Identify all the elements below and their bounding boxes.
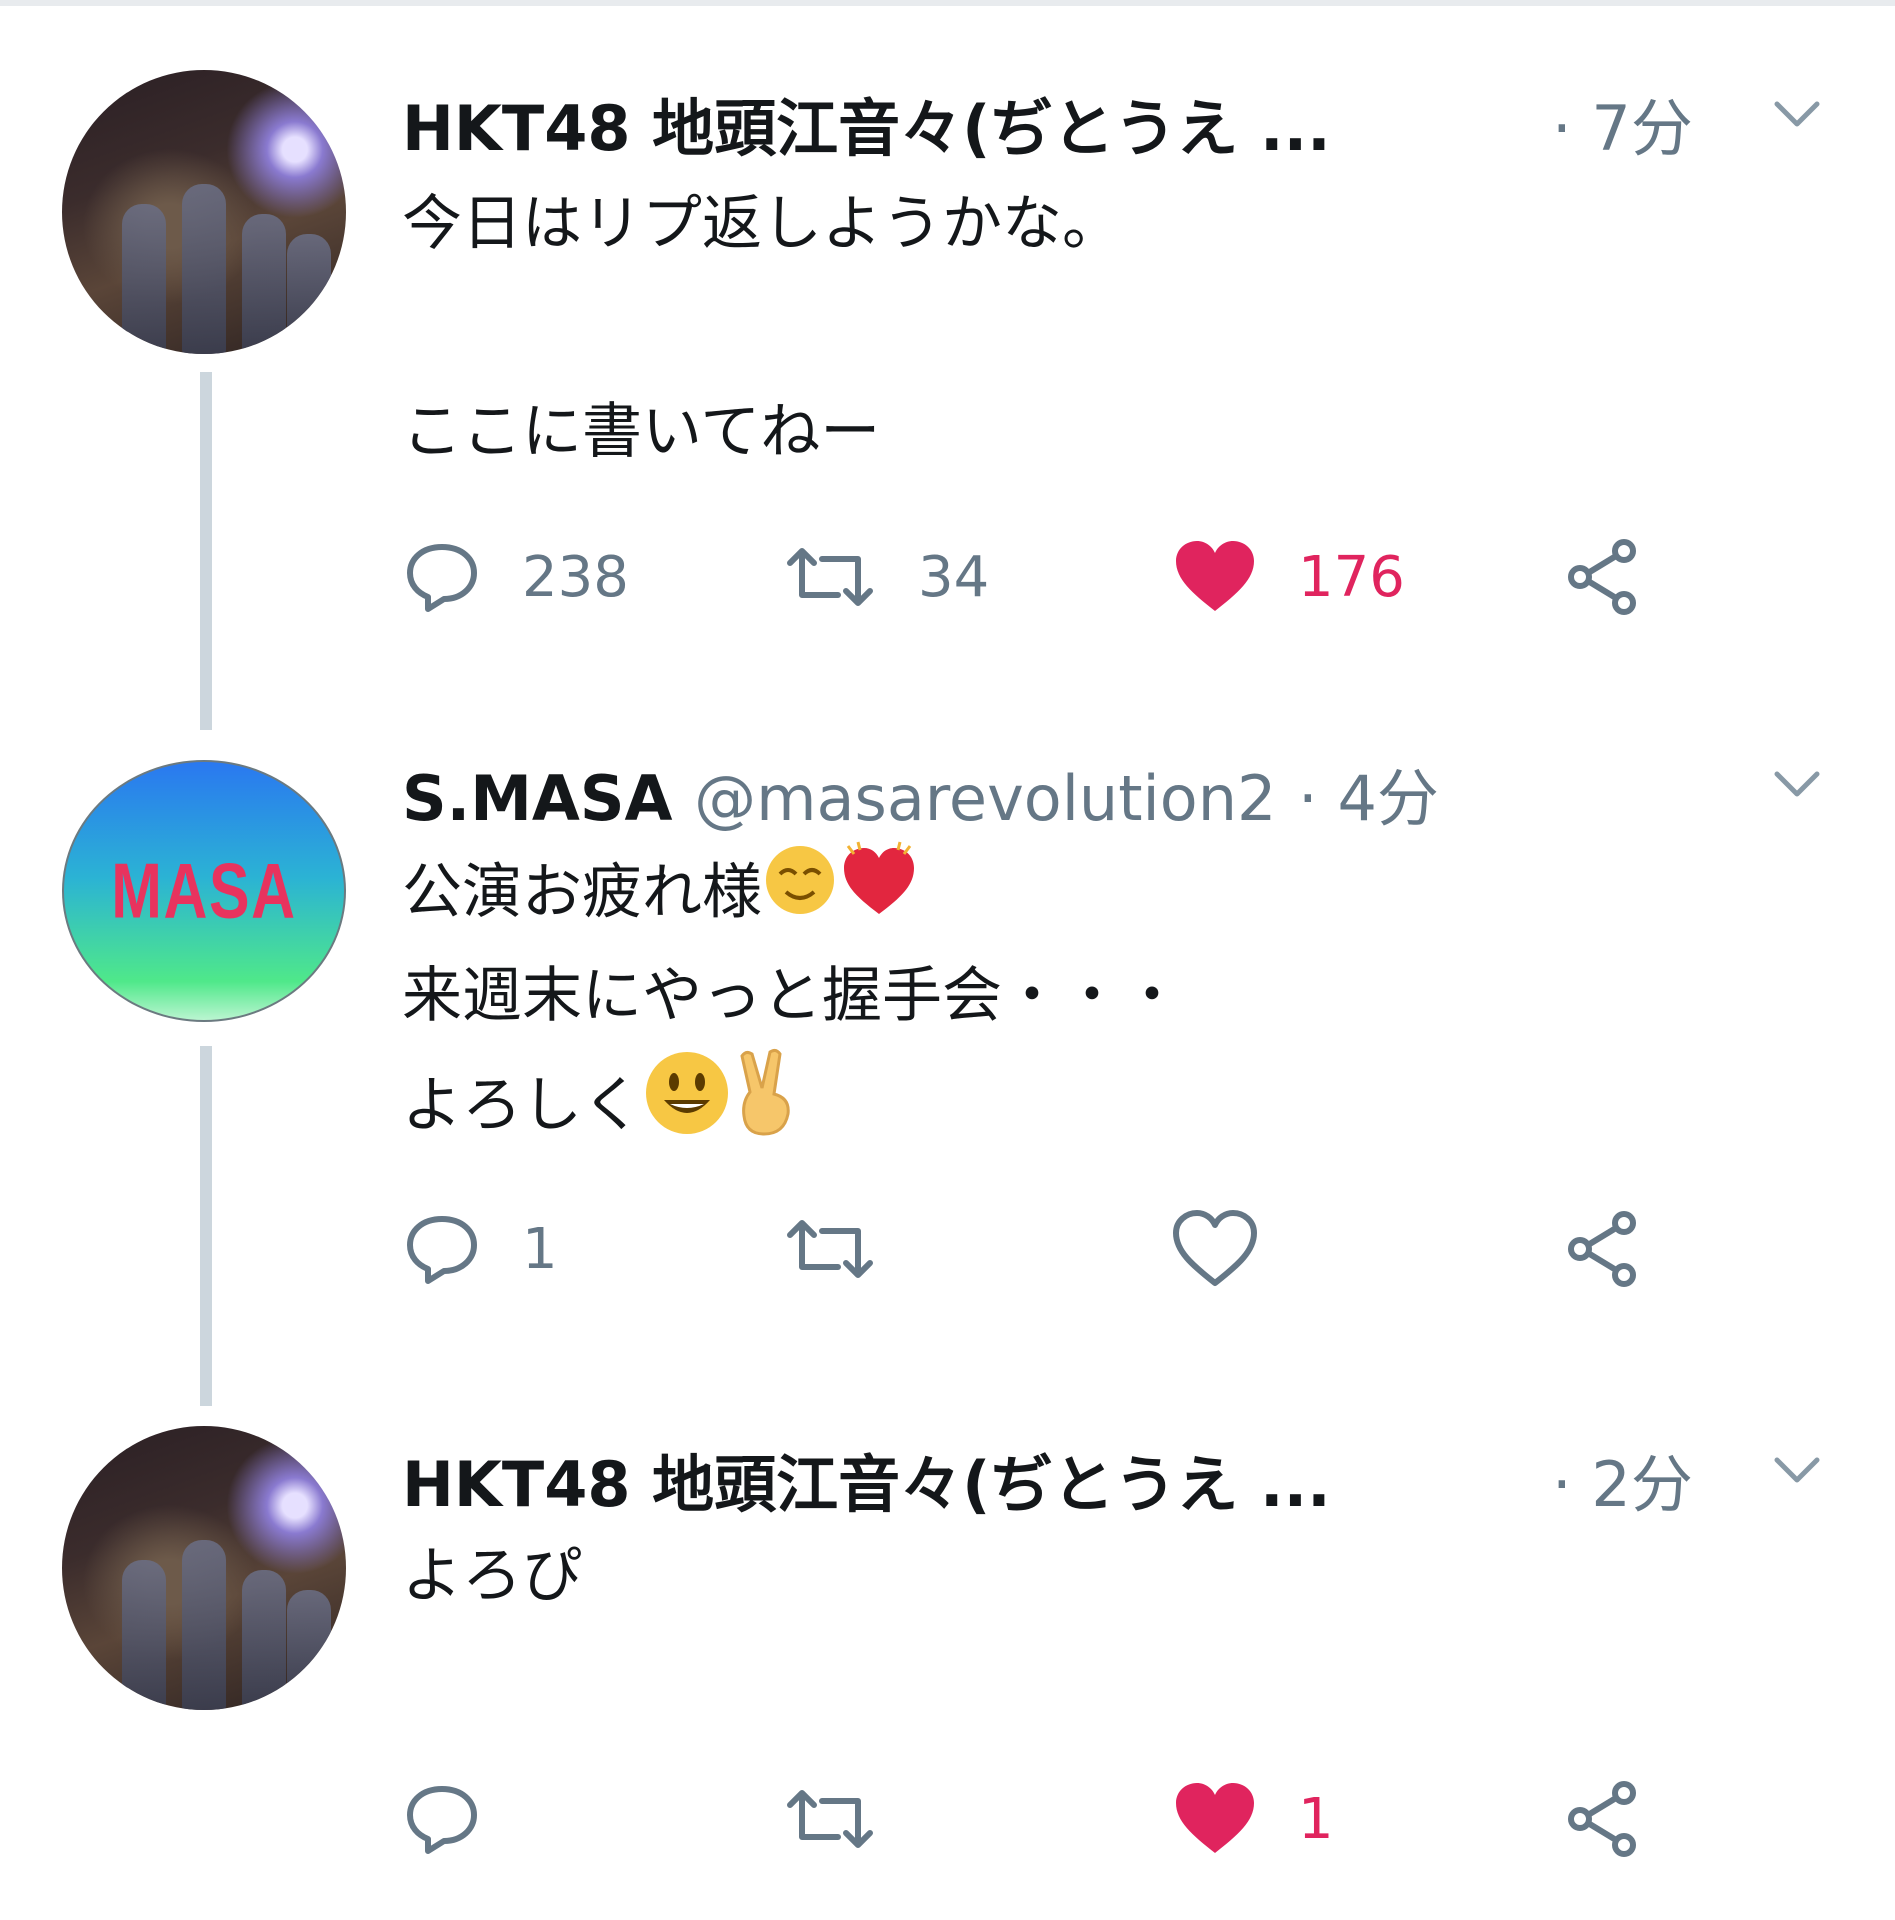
- top-divider: [0, 0, 1895, 6]
- retweet-icon: [787, 1220, 873, 1278]
- retweet-button[interactable]: [782, 1204, 878, 1294]
- avatar[interactable]: [62, 70, 346, 354]
- retweet-count: 34: [918, 544, 990, 610]
- timestamp[interactable]: · 2分: [1552, 1434, 1693, 1524]
- like-count: 1: [1298, 1786, 1334, 1852]
- thread-connector: [200, 372, 212, 730]
- author-name[interactable]: HKT48 地頭江音々(ぢとうえ ...: [402, 1434, 1331, 1524]
- like-icon: [1173, 1210, 1257, 1286]
- chevron-down-icon[interactable]: [1771, 762, 1823, 806]
- tweet-text-line: よろしく: [402, 1048, 798, 1170]
- tweet-text-line: よろぴ: [402, 1541, 582, 1611]
- reply-button[interactable]: 1: [402, 1204, 558, 1294]
- share-button[interactable]: [1562, 532, 1642, 622]
- reply-icon: [407, 1786, 477, 1854]
- timestamp[interactable]: · 7分: [1552, 78, 1693, 168]
- tweet-text-line: ここに書いてねー: [402, 397, 881, 467]
- retweet-icon: [787, 1790, 873, 1848]
- chevron-down-icon[interactable]: [1771, 92, 1823, 136]
- share-icon: [1568, 1211, 1636, 1287]
- retweet-button[interactable]: [782, 1774, 878, 1864]
- share-icon: [1568, 539, 1636, 615]
- timestamp[interactable]: · 4分: [1298, 762, 1439, 835]
- share-button[interactable]: [1562, 1204, 1642, 1294]
- like-count: 176: [1298, 544, 1405, 610]
- victory-hand-emoji-icon: [732, 1048, 798, 1170]
- tweet-text-segment: よろしく: [402, 1070, 642, 1141]
- author-name[interactable]: S.MASA: [402, 762, 673, 835]
- tweet-text-line: 公演お疲れ様: [402, 840, 920, 952]
- reply-button[interactable]: [402, 1774, 482, 1864]
- like-icon: [1176, 1783, 1254, 1853]
- reply-icon: [407, 1216, 477, 1284]
- reply-icon: [407, 544, 477, 612]
- like-button[interactable]: 176: [1172, 532, 1405, 622]
- tweet-text-line: 今日はリプ返しようかな。: [402, 189, 1122, 259]
- reply-count: 238: [522, 544, 629, 610]
- share-button[interactable]: [1562, 1774, 1642, 1864]
- reply-button[interactable]: 238: [402, 532, 629, 622]
- author-handle[interactable]: @masarevolution2: [694, 762, 1276, 835]
- reply-count: 1: [522, 1216, 558, 1282]
- thread-connector: [200, 1046, 212, 1406]
- smiley-emoji-icon: [642, 1048, 732, 1170]
- tweet-text-line: 来週末にやっと握手会・・・: [402, 961, 1182, 1031]
- share-icon: [1568, 1781, 1636, 1857]
- relieved-face-emoji-icon: [762, 842, 838, 950]
- retweet-button[interactable]: 34: [782, 532, 989, 622]
- like-icon: [1176, 541, 1254, 611]
- avatar[interactable]: MASA: [62, 760, 346, 1022]
- avatar[interactable]: [62, 1426, 346, 1710]
- like-button[interactable]: 1: [1172, 1774, 1334, 1864]
- chevron-down-icon[interactable]: [1771, 1448, 1823, 1492]
- like-button[interactable]: [1172, 1204, 1258, 1294]
- avatar-label: MASA: [111, 846, 297, 935]
- beating-heart-emoji-icon: [838, 840, 920, 952]
- tweet-text-segment: 公演お疲れ様: [402, 857, 762, 928]
- author-name[interactable]: HKT48 地頭江音々(ぢとうえ ...: [402, 78, 1331, 168]
- retweet-icon: [787, 548, 873, 606]
